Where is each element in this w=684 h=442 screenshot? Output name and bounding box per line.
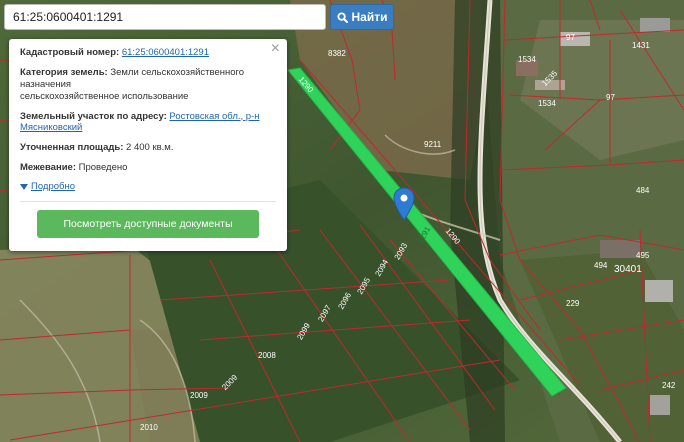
address-row: Земельный участок по адресу: Ростовская … bbox=[20, 111, 276, 135]
parcel-info-popup: × Кадастровый номер: 61:25:0600401:1291 … bbox=[9, 39, 287, 251]
cadastral-number-row: Кадастровый номер: 61:25:0600401:1291 bbox=[20, 47, 276, 59]
survey-label: Межевание: bbox=[20, 162, 76, 174]
search-input[interactable] bbox=[4, 4, 326, 30]
search-button[interactable]: Найти bbox=[330, 4, 394, 30]
parcel-label: 484 bbox=[636, 186, 650, 195]
parcel-label: 2008 bbox=[258, 351, 276, 360]
details-link[interactable]: Подробно bbox=[31, 181, 75, 193]
triangle-down-icon bbox=[20, 183, 28, 190]
view-documents-button[interactable]: Посмотреть доступные документы bbox=[37, 209, 259, 238]
area-value: 2 400 кв.м. bbox=[126, 142, 174, 154]
parcel-label: 1431 bbox=[632, 41, 650, 50]
parcel-label: 30401 bbox=[614, 264, 642, 275]
parcel-label: 8382 bbox=[328, 49, 346, 58]
parcel-label: 229 bbox=[566, 299, 580, 308]
search-button-label: Найти bbox=[351, 10, 388, 24]
close-icon[interactable]: × bbox=[271, 41, 280, 57]
parcel-label: 495 bbox=[636, 251, 650, 260]
area-row: Уточненная площадь: 2 400 кв.м. bbox=[20, 142, 276, 154]
parcel-label: 1534 bbox=[518, 55, 536, 64]
divider bbox=[20, 200, 276, 202]
parcel-label: 2010 bbox=[140, 423, 158, 432]
parcel-label: 9211 bbox=[424, 140, 442, 149]
cadastral-number-label: Кадастровый номер: bbox=[20, 47, 120, 58]
parcel-label: 242 bbox=[662, 381, 676, 390]
parcel-label: 494 bbox=[594, 261, 608, 270]
land-category-subvalue: сельскохозяйственное использование bbox=[20, 90, 189, 102]
parcel-label: 97 bbox=[566, 33, 575, 42]
survey-value: Проведено bbox=[78, 162, 128, 174]
search-icon bbox=[336, 11, 348, 23]
parcel-label: 2009 bbox=[190, 391, 208, 400]
survey-row: Межевание: Проведено bbox=[20, 162, 276, 174]
cadastral-number-link[interactable]: 61:25:0600401:1291 bbox=[122, 47, 209, 58]
address-label: Земельный участок по адресу: bbox=[20, 110, 167, 122]
land-category-row: Категория земель: Земли сельскохозяйстве… bbox=[20, 67, 276, 103]
parcel-label: 1534 bbox=[538, 99, 556, 108]
details-toggle[interactable]: Подробно bbox=[20, 181, 276, 193]
parcel-label: 97 bbox=[606, 93, 615, 102]
area-label: Уточненная площадь: bbox=[20, 142, 124, 154]
land-category-label: Категория земель: bbox=[20, 66, 108, 78]
